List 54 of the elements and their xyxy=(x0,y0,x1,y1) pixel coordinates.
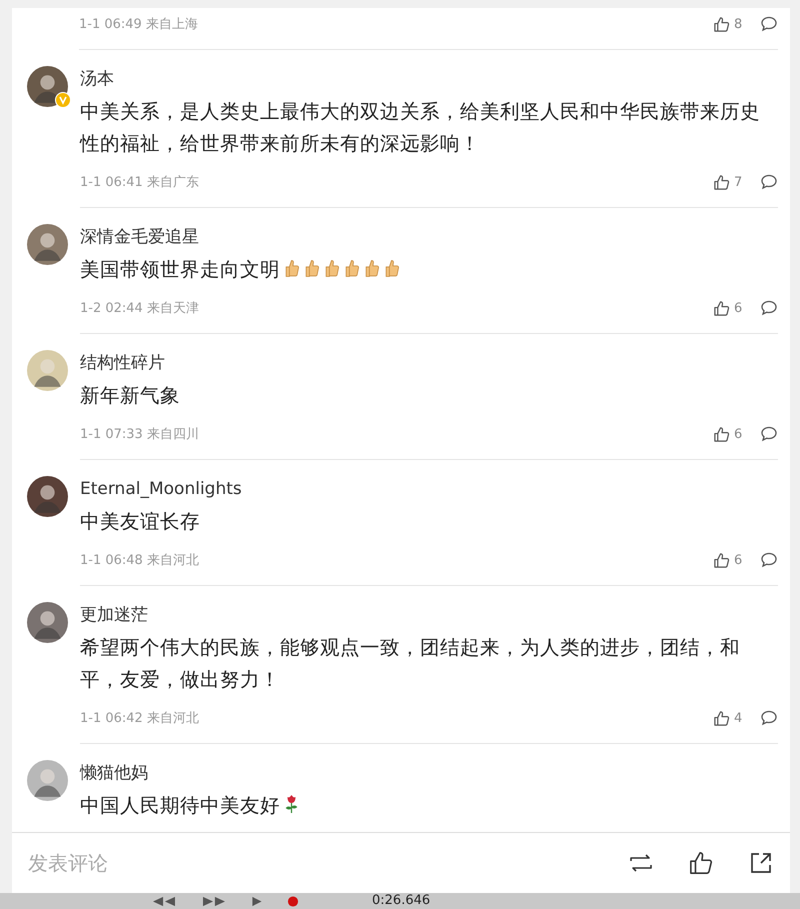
rose-icon xyxy=(283,794,300,814)
thumbs-up-icon xyxy=(283,258,300,278)
comment-text: 中国人民期待中美友好 xyxy=(80,794,280,817)
avatar[interactable] xyxy=(27,602,68,643)
time-display: 0:26.646 xyxy=(372,893,430,909)
comment-icon[interactable] xyxy=(760,551,778,569)
user-name[interactable]: 结构性碎片 xyxy=(80,350,165,376)
like-count: 6 xyxy=(734,426,744,442)
comment-input[interactable]: 发表评论 xyxy=(28,845,594,881)
comment-icon[interactable] xyxy=(760,173,778,191)
user-name[interactable]: 深情金毛爱追星 xyxy=(80,224,199,250)
like-icon[interactable] xyxy=(713,710,730,726)
like-icon[interactable] xyxy=(713,300,730,316)
user-name[interactable]: 更加迷茫 xyxy=(80,602,148,628)
like-icon[interactable] xyxy=(688,851,714,875)
user-name[interactable]: 汤本 xyxy=(80,66,114,92)
thumbs-up-icon xyxy=(303,258,320,278)
share-icon[interactable] xyxy=(748,851,774,875)
like-count: 7 xyxy=(734,174,744,190)
like-icon[interactable] xyxy=(713,16,730,32)
like-icon[interactable] xyxy=(713,552,730,568)
avatar[interactable] xyxy=(27,66,68,107)
thumbs-up-icon xyxy=(343,258,360,278)
like-icon[interactable] xyxy=(713,426,730,442)
thumbs-up-icon xyxy=(323,258,340,278)
user-name[interactable]: Eternal_Moonlights xyxy=(80,476,242,502)
avatar[interactable] xyxy=(27,476,68,517)
like-count: 8 xyxy=(734,16,744,32)
comment-text: 中美关系，是人类史上最伟大的双边关系，给美利坚人民和中华民族带来历史性的福祉，给世界带来前所未有的深远影响！ xyxy=(80,100,760,155)
thumbs-up-icon xyxy=(363,258,380,278)
user-name[interactable]: 懒猫他妈 xyxy=(80,760,148,786)
comment-time: 1-1 07:33 来自四川 xyxy=(80,426,199,443)
comment-text: 希望两个伟大的民族，能够观点一致，团结起来，为人类的进步，团结，和平，友爱，做出努力！ xyxy=(80,636,740,691)
comment-icon[interactable] xyxy=(760,299,778,317)
avatar[interactable] xyxy=(27,224,68,265)
like-icon[interactable] xyxy=(713,174,730,190)
record-icon[interactable] xyxy=(286,896,300,906)
comment-text: 美国带领世界走向文明 xyxy=(80,258,280,281)
comment-time: 1-1 06:48 来自河北 xyxy=(80,552,199,569)
comment-time: 1-1 06:49 来自上海 xyxy=(79,16,198,33)
like-count: 6 xyxy=(734,552,744,568)
comment-bar[interactable]: 发表评论 xyxy=(12,832,790,893)
comment-time: 1-1 06:42 来自河北 xyxy=(80,710,199,727)
like-count: 6 xyxy=(734,300,744,316)
comment-time: 1-1 06:41 来自广东 xyxy=(80,174,199,191)
comment-icon[interactable] xyxy=(760,709,778,727)
play-icon[interactable] xyxy=(250,896,264,906)
comment-text: 中美友谊长存 xyxy=(80,510,200,533)
comment-text: 新年新气象 xyxy=(80,384,180,407)
comment-time: 1-2 02:44 来自天津 xyxy=(80,300,199,317)
thumbs-up-icon xyxy=(383,258,400,278)
comment-icon[interactable] xyxy=(760,15,778,33)
like-count: 4 xyxy=(734,710,744,726)
comment-icon[interactable] xyxy=(760,425,778,443)
